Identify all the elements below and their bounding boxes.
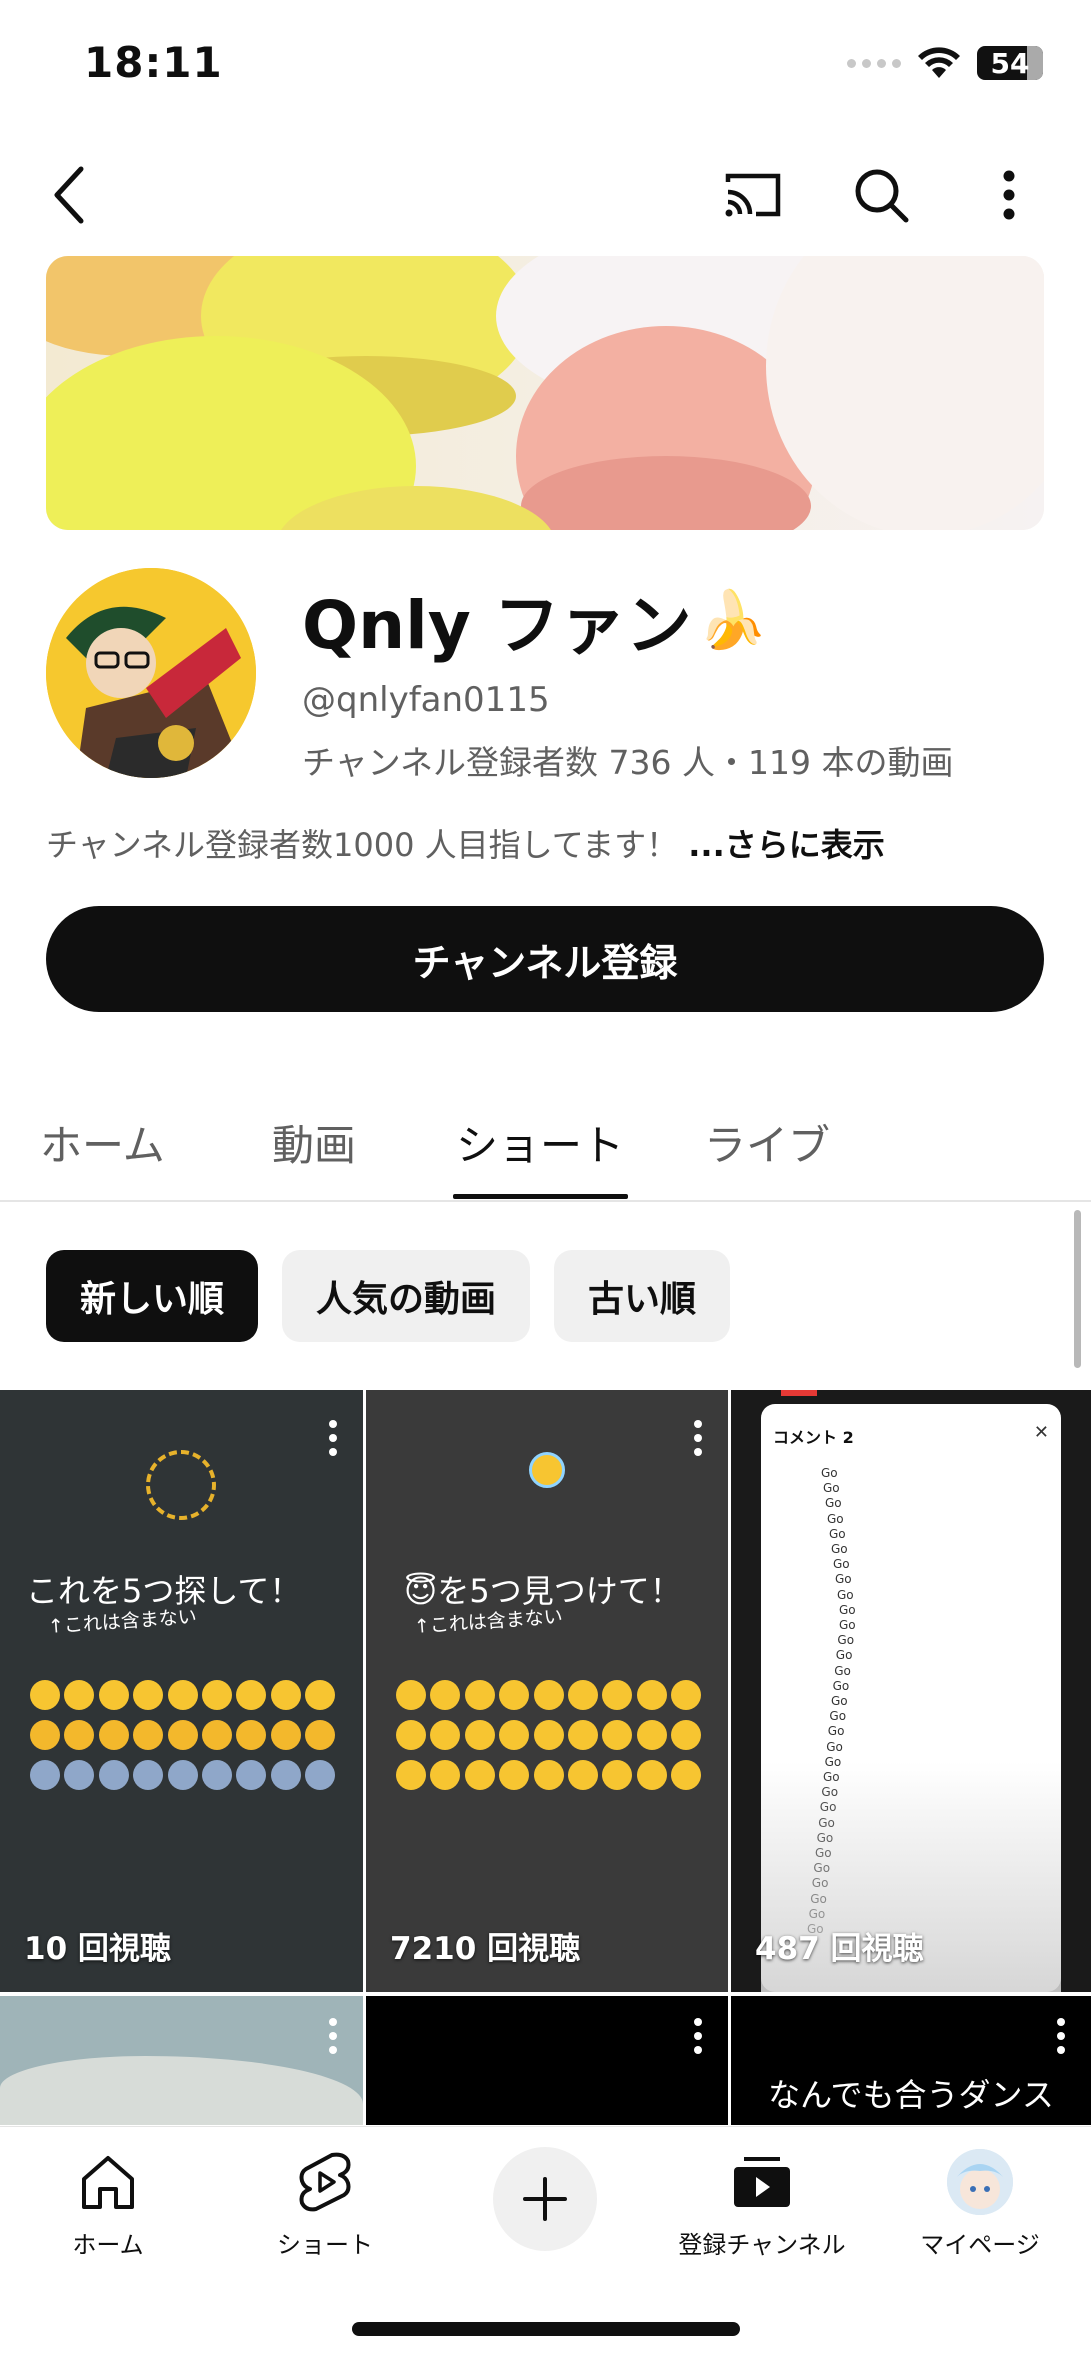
channel-name-text: Qnly ファン [302,587,692,664]
show-more-link[interactable]: ...さらに表示 [688,826,884,864]
short-card[interactable] [0,1996,363,2125]
more-vert-icon[interactable] [329,2018,337,2060]
tab-live[interactable]: ライブ [704,1112,830,1173]
channel-description[interactable]: チャンネル登録者数1000 人目指してます！ ...さらに表示 [46,820,885,866]
battery-icon: 54 [977,46,1043,80]
macaron-banner-image [46,256,1044,530]
banana-emoji: 🍌 [697,588,768,653]
more-vert-icon[interactable] [1057,2018,1065,2060]
nav-subscriptions-label: 登録チャンネル [678,2231,846,2259]
cast-icon[interactable] [708,150,798,240]
comment-word: Go [829,1709,847,1724]
shorts-grid: これを5つ探して！ ↑これは含まない 10 回視聴 😇を5つ見つけて！ ↑これは… [0,1390,1091,2125]
sort-chips: 新しい順 人気の動画 古い順 [46,1250,731,1342]
active-tab-indicator [453,1194,628,1199]
short-card[interactable]: これを5つ探して！ ↑これは含まない 10 回視聴 [0,1390,363,1992]
nav-home-label: ホーム [72,2231,144,2259]
comment-word: Go [839,1602,856,1617]
emoji-grid [30,1680,335,1800]
shorts-icon [225,2145,425,2219]
back-icon[interactable] [24,150,114,240]
short-title: なんでも合うダンス [768,2076,1054,2114]
subscriptions-icon [662,2145,862,2219]
comment-word: Go [826,1739,843,1754]
view-count: 10 回視聴 [24,1931,171,1967]
short-card[interactable]: なんでも合うダンス [731,1996,1091,2125]
channel-name: Qnly ファン 🍌 [302,572,767,668]
nav-home[interactable]: ホーム [8,2145,208,2260]
comment-word: Go [821,1466,838,1480]
search-icon[interactable] [836,150,926,240]
tab-home[interactable]: ホーム [40,1112,165,1173]
short-card[interactable]: コメント 2 ✕ Go Go Go Go Go Go Go Go Go Go Go Go Go Go Go G… [731,1390,1091,1992]
tab-shorts[interactable]: ショート [456,1112,624,1173]
comment-panel-thumbnail: コメント 2 ✕ Go Go Go Go Go Go Go Go Go Go Go Go Go Go Go G… [761,1404,1061,1992]
comment-word: Go [831,1542,848,1556]
chip-oldest[interactable]: 古い順 [554,1250,731,1342]
channel-avatar[interactable] [46,568,256,778]
recording-indicator [781,1390,817,1396]
view-count: 7210 回視聴 [390,1931,581,1967]
nav-shorts-label: ショート [277,2231,373,2259]
comment-word: Go [829,1526,846,1541]
nav-mypage[interactable]: マイページ [880,2145,1080,2260]
status-time: 18:11 [84,38,223,87]
comment-word: Go [833,1557,850,1572]
nav-shorts[interactable]: ショート [225,2145,425,2260]
short-card[interactable]: 😇を5つ見つけて！ ↑これは含まない 7210 回視聴 [366,1390,728,1992]
channel-handle: @qnlyfan0115 [302,680,550,720]
short-card[interactable] [366,1996,728,2125]
chip-newest[interactable]: 新しい順 [46,1250,259,1342]
status-icons: 54 [847,46,1043,80]
more-vert-icon[interactable] [694,2018,702,2060]
view-count: 487 回視聴 [755,1931,924,1967]
plus-icon [523,2177,567,2221]
channel-banner [46,256,1044,530]
comment-word: Go [837,1587,854,1602]
comment-word: Go [831,1694,848,1708]
comment-word: Go [823,1481,840,1496]
tab-videos[interactable]: 動画 [272,1112,356,1173]
close-icon: ✕ [1033,1422,1049,1443]
channel-tabs: ホーム 動画 ショート ライブ [0,1092,1091,1202]
status-bar: 18:11 54 [0,0,1091,130]
nav-subscriptions[interactable]: 登録チャンネル [662,2145,862,2260]
create-button[interactable] [493,2147,597,2251]
signal-icon [847,58,901,68]
comment-word: Go [834,1663,851,1678]
comment-word: Go [837,1633,855,1648]
home-indicator[interactable] [352,2322,740,2336]
more-vert-icon[interactable] [964,150,1054,240]
comment-word: Go [827,1511,844,1526]
scrollbar[interactable] [1074,1210,1081,1368]
chip-popular[interactable]: 人気の動画 [282,1250,531,1342]
comment-word: Go [825,1496,842,1511]
emoji-grid [396,1680,701,1800]
channel-meta: チャンネル登録者数 736 人・119 本の動画 [302,743,954,782]
neutral-face-icon [146,1450,216,1520]
bedsheet-thumbnail [0,2056,363,2125]
wifi-icon [918,47,960,78]
comment-word: Go [835,1648,853,1663]
description-text: チャンネル登録者数1000 人目指してます！ [46,826,679,864]
mypage-avatar-icon [880,2145,1080,2219]
more-vert-icon[interactable] [329,1420,337,1462]
more-vert-icon[interactable] [694,1420,702,1462]
comment-word: Go [827,1724,845,1739]
nav-mypage-label: マイページ [920,2231,1040,2259]
comment-header: コメント 2 [773,1428,854,1447]
comment-word: Go [832,1678,850,1693]
home-icon [8,2145,208,2219]
comment-word: Go [835,1572,852,1587]
top-nav [0,150,1091,240]
angel-face-icon [529,1452,565,1488]
comment-word: Go [839,1618,856,1632]
avatar-illustration [46,568,256,778]
subscribe-button[interactable]: チャンネル登録 [46,906,1044,1012]
